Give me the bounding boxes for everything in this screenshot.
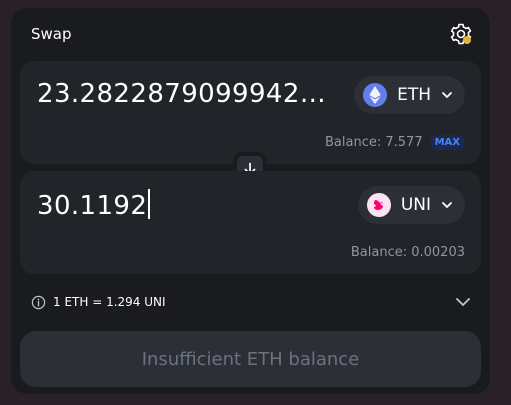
input-amount-field[interactable]: 23.2822879099942… [37, 79, 337, 109]
input-token-selector[interactable]: ETH [354, 76, 465, 114]
insufficient-balance-button[interactable]: Insufficient ETH balance [20, 331, 481, 387]
exchange-rate-text: 1 ETH = 1.294 UNI [53, 295, 166, 309]
swap-title: Swap [31, 25, 72, 43]
output-token-symbol: UNI [400, 195, 431, 215]
exchange-rate-row[interactable]: 1 ETH = 1.294 UNI [31, 291, 471, 313]
output-amount-field[interactable]: 30.1192 [37, 189, 337, 221]
gear-icon [450, 23, 472, 45]
input-token-symbol: ETH [397, 85, 431, 105]
output-token-selector[interactable]: UNI [357, 186, 465, 224]
uni-token-icon [366, 193, 391, 217]
chevron-down-icon [442, 202, 452, 208]
output-balance-row: Balance: 0.00203 [351, 245, 465, 260]
chevron-down-icon [442, 92, 452, 98]
swap-header: Swap [11, 8, 490, 58]
output-panel: 30.1192 UNI Balance: 0.00203 [20, 171, 481, 274]
eth-token-icon [363, 83, 388, 107]
chevron-down-icon[interactable] [455, 295, 471, 309]
settings-button[interactable] [449, 22, 473, 46]
input-balance: Balance: 7.577 [325, 135, 423, 150]
info-icon [31, 295, 46, 309]
swap-card: Swap 23.2822879099942… ETH Balance: 7.57… [11, 8, 490, 394]
output-amount-text: 30.1192 [37, 191, 148, 221]
text-caret [148, 189, 151, 219]
input-panel: 23.2822879099942… ETH Balance: 7.577 MAX [20, 61, 481, 164]
input-balance-row: Balance: 7.577 MAX [325, 135, 465, 150]
output-balance: Balance: 0.00203 [350, 245, 465, 260]
max-button[interactable]: MAX [429, 135, 465, 150]
